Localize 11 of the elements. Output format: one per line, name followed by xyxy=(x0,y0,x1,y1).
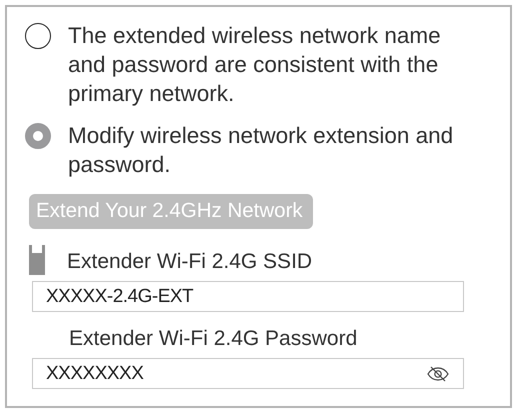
field-label: Extender Wi-Fi 2.4G Password xyxy=(69,326,358,352)
radio-button[interactable] xyxy=(25,23,51,49)
eye-off-icon[interactable] xyxy=(427,366,449,382)
password-field[interactable]: XXXXXXXX xyxy=(32,358,464,389)
section-header: Extend Your 2.4GHz Network xyxy=(29,194,313,229)
option-label: Modify wireless network extension and password. xyxy=(68,122,454,179)
input-field[interactable]: XXXXX-2.4G-EXT xyxy=(32,281,464,312)
option-label: The extended wireless network name and password are consistent with the primary network. xyxy=(68,22,442,108)
extender-icon xyxy=(29,245,45,275)
field-label: Extender Wi-Fi 2.4G SSID xyxy=(67,249,312,275)
radio-button[interactable] xyxy=(25,123,51,149)
